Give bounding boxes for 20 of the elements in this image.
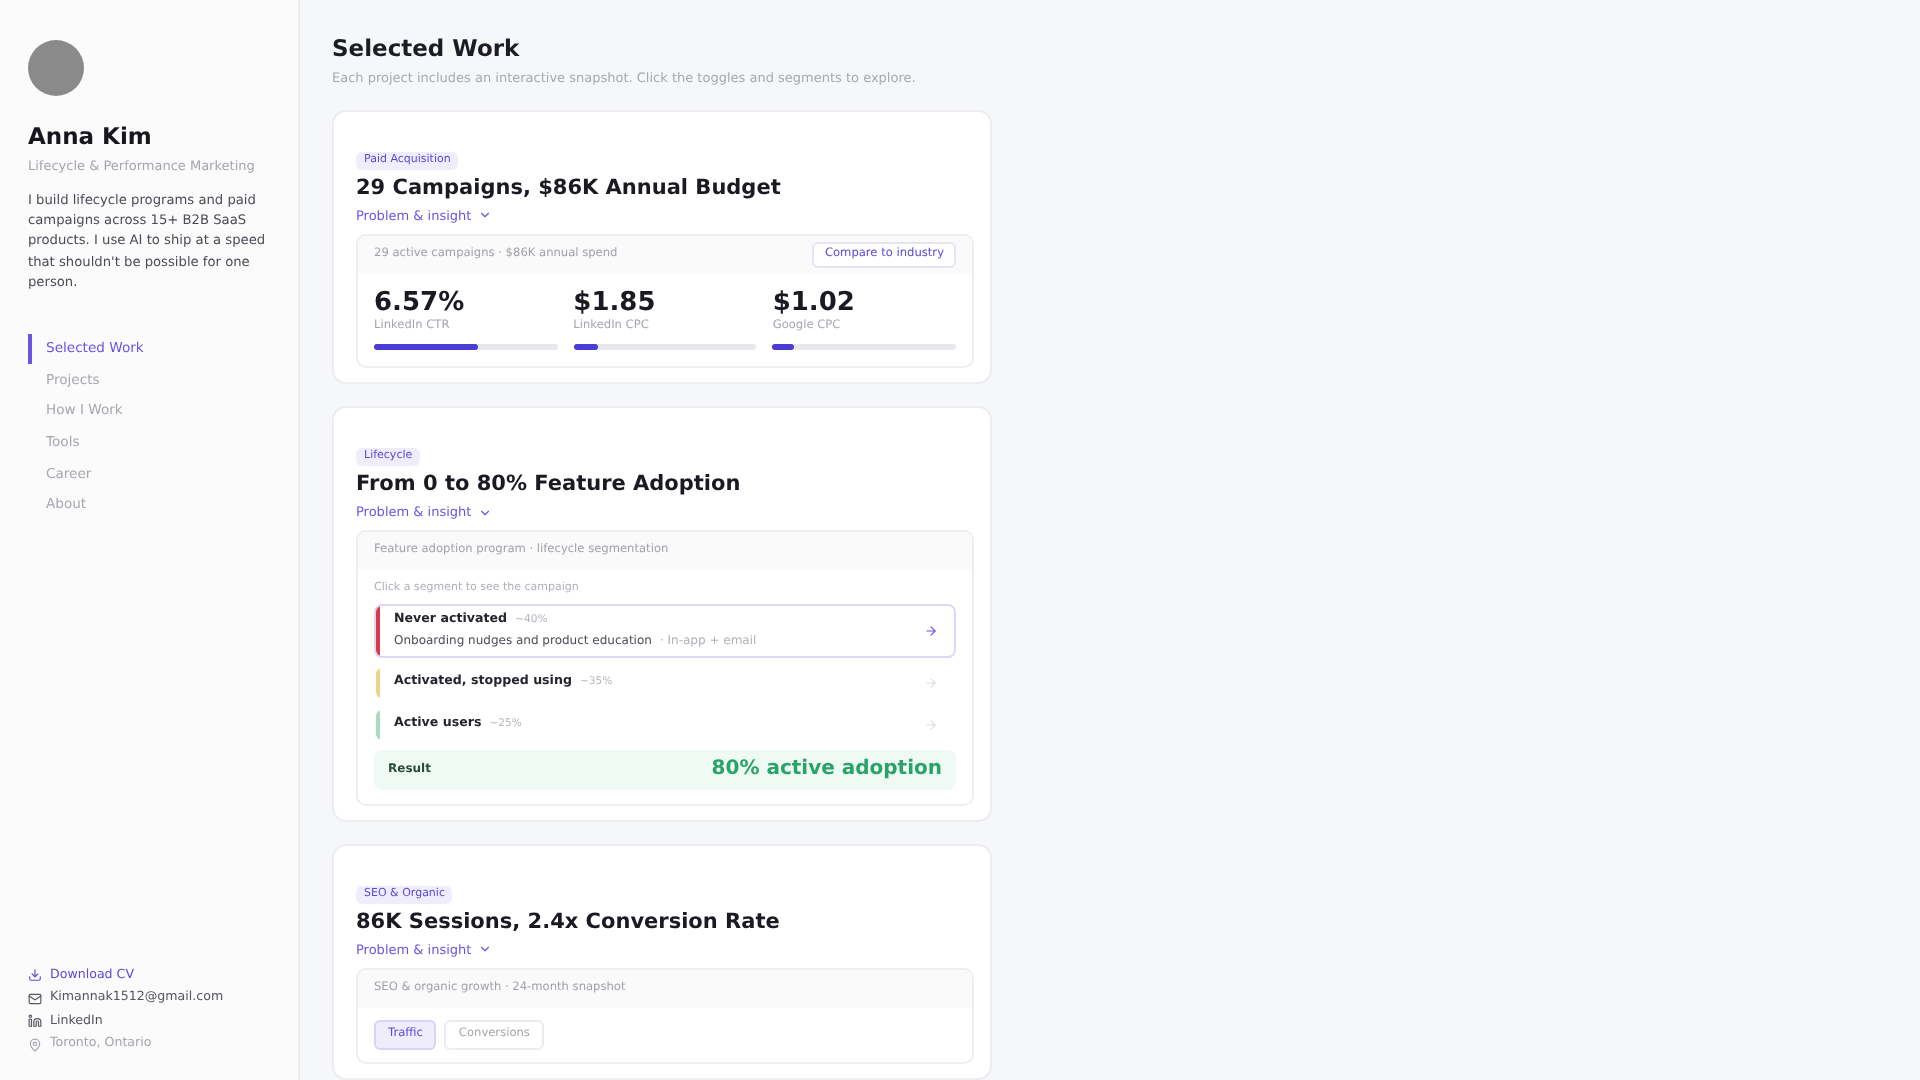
linkedin-icon [28, 1014, 42, 1029]
project-title: 29 Campaigns, $86K Annual Budget [356, 175, 783, 202]
mail-icon [28, 991, 42, 1006]
download-icon [28, 968, 42, 983]
metric-value: $1.85 [573, 287, 658, 319]
profile-name: Anna Kim [28, 124, 154, 152]
result-value: 80% active adoption [711, 757, 942, 782]
arrow-icon [924, 717, 938, 732]
project-title: 86K Sessions, 2.4x Conversion Rate [356, 909, 782, 936]
avatar [28, 40, 84, 96]
metric-value: $1.02 [772, 287, 857, 319]
chevron-icon [477, 505, 492, 520]
page-heading: Selected Work [332, 36, 522, 64]
map-pin-icon [28, 1037, 42, 1052]
arrow-icon [924, 623, 938, 638]
metric-value: 6.57% [374, 287, 467, 319]
chevron-icon [477, 942, 492, 957]
arrow-icon [924, 675, 938, 690]
chevron-icon [477, 208, 492, 223]
project-title: From 0 to 80% Feature Adoption [356, 472, 743, 499]
